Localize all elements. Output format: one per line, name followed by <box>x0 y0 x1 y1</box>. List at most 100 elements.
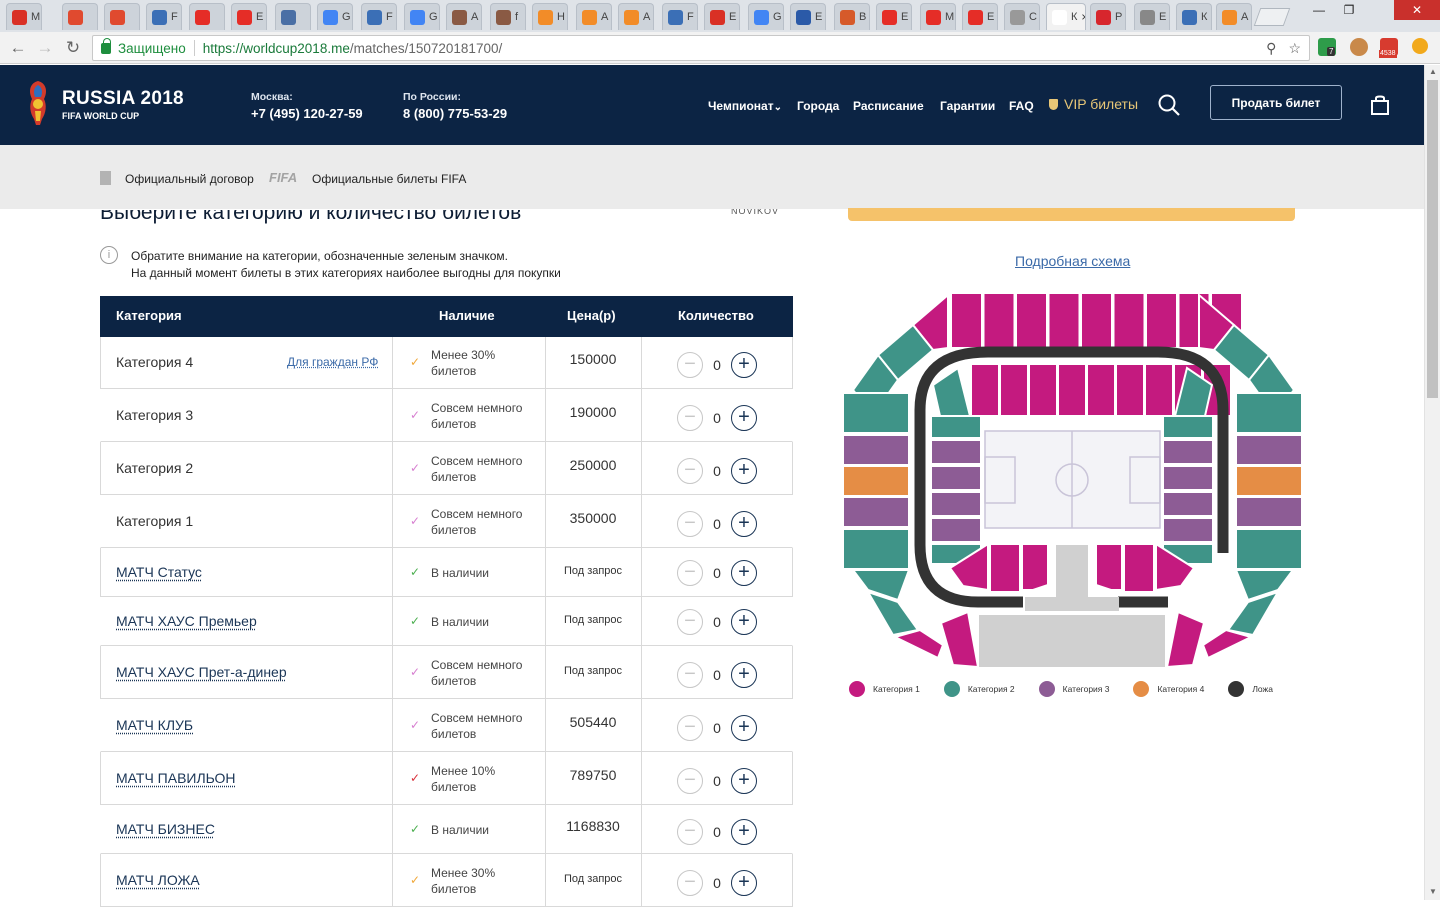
quantity-increase-button[interactable]: + <box>731 511 757 537</box>
browser-tab[interactable]: F <box>361 3 397 30</box>
browser-tab[interactable]: А <box>1216 3 1252 30</box>
detailed-scheme-link[interactable]: Подробная схема <box>1015 253 1130 269</box>
browser-tab[interactable]: Е <box>876 3 912 30</box>
rf-citizens-link[interactable]: Для граждан РФ <box>287 355 378 369</box>
sector-category-4[interactable] <box>1236 466 1302 496</box>
mail-extension-icon[interactable]: 4538 <box>1380 38 1398 56</box>
quantity-increase-button[interactable]: + <box>731 819 757 845</box>
sell-ticket-button[interactable]: Продать билет <box>1210 85 1342 120</box>
sector-category-1[interactable] <box>971 364 999 416</box>
category-name[interactable]: МАТЧ КЛУБ <box>116 717 193 733</box>
forward-button[interactable]: → <box>35 38 55 58</box>
sector-category-3[interactable] <box>1163 466 1213 490</box>
nav-championship[interactable]: Чемпионат⌄ <box>708 99 782 113</box>
sector-category-3[interactable] <box>1163 492 1213 516</box>
browser-tab[interactable]: Е <box>231 3 267 30</box>
quantity-decrease-button[interactable]: − <box>677 405 703 431</box>
sector-category-3[interactable] <box>931 440 981 464</box>
quantity-decrease-button[interactable]: − <box>677 715 703 741</box>
browser-tab[interactable]: Е <box>962 3 998 30</box>
quantity-decrease-button[interactable]: − <box>677 609 703 635</box>
sector-category-1[interactable] <box>1058 364 1086 416</box>
quantity-decrease-button[interactable]: − <box>677 458 703 484</box>
quantity-increase-button[interactable]: + <box>731 768 757 794</box>
quantity-increase-button[interactable]: + <box>731 870 757 896</box>
browser-tab[interactable]: Е <box>790 3 826 30</box>
browser-tab[interactable]: Е <box>704 3 740 30</box>
quantity-decrease-button[interactable]: − <box>677 511 703 537</box>
browser-tab[interactable] <box>275 3 311 30</box>
scroll-up-arrow[interactable]: ▲ <box>1429 67 1437 76</box>
sector-category-1[interactable] <box>1116 364 1144 416</box>
phone-number-russia[interactable]: 8 (800) 775-53-29 <box>403 106 507 121</box>
sector-category-1[interactable] <box>1022 544 1048 590</box>
browser-tab[interactable]: А <box>618 3 654 30</box>
sector-category-1[interactable] <box>1167 612 1204 667</box>
minimize-button[interactable]: — <box>1304 0 1334 20</box>
scroll-thumb[interactable] <box>1427 80 1438 398</box>
restore-button[interactable]: ❐ <box>1334 0 1364 20</box>
nav-faq[interactable]: FAQ <box>1009 99 1034 113</box>
browser-tab[interactable]: А <box>446 3 482 30</box>
nav-vip-tickets[interactable]: VIP билеты <box>1049 96 1138 112</box>
sector-category-1[interactable] <box>1203 630 1251 658</box>
sector-category-4[interactable] <box>843 466 909 496</box>
sector-category-3[interactable] <box>1163 518 1213 542</box>
quantity-decrease-button[interactable]: − <box>677 819 703 845</box>
browser-tab[interactable]: С <box>1004 3 1040 30</box>
browser-tab[interactable]: М <box>920 3 956 30</box>
quantity-increase-button[interactable]: + <box>731 715 757 741</box>
sector-category-1[interactable] <box>1114 293 1145 348</box>
bookmark-star-icon[interactable]: ☆ <box>1288 40 1301 57</box>
sector-category-2[interactable] <box>1236 393 1302 433</box>
nav-guarantees[interactable]: Гарантии <box>940 99 995 113</box>
sector-category-1[interactable] <box>1081 293 1112 348</box>
cookie-extension-icon[interactable] <box>1350 38 1368 56</box>
quantity-decrease-button[interactable]: − <box>677 768 703 794</box>
quantity-increase-button[interactable]: + <box>731 662 757 688</box>
category-name[interactable]: МАТЧ ЛОЖА <box>116 872 200 888</box>
quantity-increase-button[interactable]: + <box>731 405 757 431</box>
quantity-increase-button[interactable]: + <box>731 609 757 635</box>
sector-category-2[interactable] <box>931 416 981 438</box>
nav-schedule[interactable]: Расписание <box>853 99 924 113</box>
address-bar[interactable]: Защищено https://worldcup2018.me/matches… <box>92 35 1310 61</box>
back-button[interactable]: ← <box>8 38 28 58</box>
sector-category-1[interactable] <box>990 544 1020 592</box>
buy-button-partial[interactable] <box>848 208 1295 221</box>
nav-cities[interactable]: Города <box>797 99 839 113</box>
cart-bag-icon[interactable] <box>1371 95 1389 115</box>
sector-category-1[interactable] <box>984 293 1015 348</box>
sector-category-1[interactable] <box>1087 364 1115 416</box>
sector-category-1[interactable] <box>1124 544 1154 592</box>
sector-category-2[interactable] <box>933 368 970 416</box>
world-cup-logo[interactable] <box>26 79 50 127</box>
browser-tab[interactable]: Е <box>1134 3 1170 30</box>
quantity-increase-button[interactable]: + <box>731 352 757 378</box>
sector-category-3[interactable] <box>843 435 909 465</box>
shield-extension-icon[interactable]: 7 <box>1318 38 1336 56</box>
sector-category-3[interactable] <box>931 518 981 542</box>
browser-tab[interactable]: К× <box>1046 3 1086 30</box>
browser-tab[interactable]: F <box>146 3 182 30</box>
sector-category-3[interactable] <box>843 497 909 527</box>
browser-tab[interactable] <box>189 3 225 30</box>
sector-category-1[interactable] <box>1029 364 1057 416</box>
sector-category-1[interactable] <box>1096 544 1122 590</box>
browser-tab[interactable] <box>62 3 98 30</box>
sector-category-3[interactable] <box>1236 497 1302 527</box>
quantity-decrease-button[interactable]: − <box>677 662 703 688</box>
sector-category-2[interactable] <box>843 393 909 433</box>
sector-category-1[interactable] <box>951 293 982 348</box>
category-name[interactable]: МАТЧ БИЗНЕС <box>116 821 215 837</box>
sector-category-1[interactable] <box>1016 293 1047 348</box>
quantity-increase-button[interactable]: + <box>731 560 757 586</box>
reload-button[interactable]: ↻ <box>63 38 83 58</box>
category-name[interactable]: МАТЧ ПАВИЛЬОН <box>116 770 236 786</box>
browser-tab[interactable]: F <box>662 3 698 30</box>
browser-tab[interactable]: G <box>317 3 353 30</box>
sector-category-1[interactable] <box>895 630 943 658</box>
browser-tab[interactable]: М <box>6 3 42 30</box>
quantity-increase-button[interactable]: + <box>731 458 757 484</box>
sector-category-1[interactable] <box>1145 364 1173 416</box>
